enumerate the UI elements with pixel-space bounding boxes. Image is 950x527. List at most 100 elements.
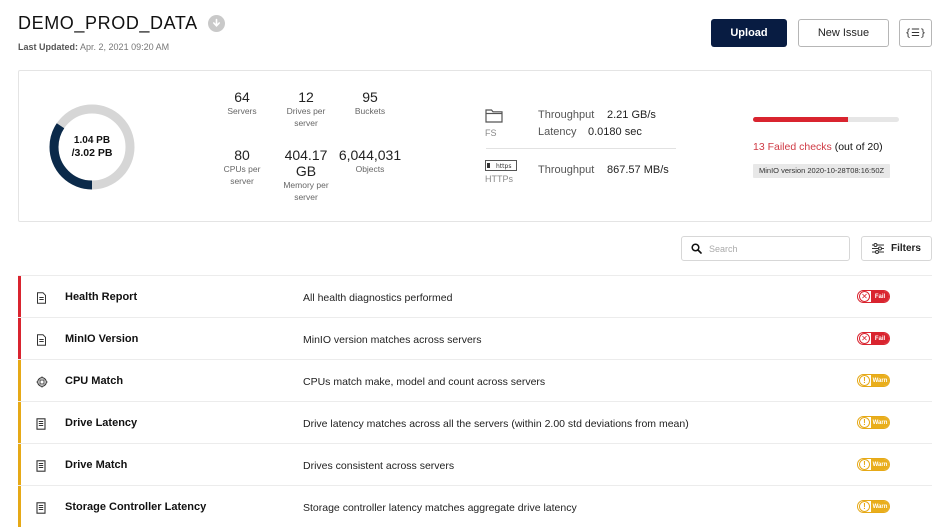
table-row[interactable]: Drive Latency Drive latency matches acros… [18, 401, 932, 443]
drive-icon [36, 501, 46, 519]
upload-button[interactable]: Upload [711, 19, 787, 47]
table-row[interactable]: CPU Match CPUs match make, model and coun… [18, 359, 932, 401]
close-circle-icon: ✕ [859, 291, 870, 302]
fs-tag: FS [485, 128, 497, 138]
stat-objects-value: 6,044,031 [338, 147, 402, 163]
table-row[interactable]: Health Report All health diagnostics perf… [18, 275, 932, 317]
capacity-donut: 1.04 PB /3.02 PB [47, 102, 137, 192]
status-badge: ✕ Fail [857, 332, 890, 345]
warning-icon: ! [859, 459, 870, 470]
row-description: Drives consistent across servers [303, 460, 455, 472]
filters-button[interactable]: Filters [861, 236, 932, 261]
status-badge-label: Fail [871, 291, 889, 302]
status-badge: ! Warn [857, 458, 890, 471]
stat-memory-label-2: server [294, 192, 318, 202]
row-status-stripe [18, 402, 21, 443]
drive-icon [36, 459, 46, 477]
checks-table: Health Report All health diagnostics perf… [18, 275, 932, 527]
failed-checks-bar [753, 117, 899, 122]
stat-objects-label: Objects [355, 164, 385, 174]
failed-checks-count: 13 Failed checks [753, 141, 832, 153]
stat-memory-value-1: 404.17 [284, 147, 328, 163]
page-title: DEMO_PROD_DATA [18, 13, 198, 33]
row-status-stripe [18, 486, 21, 527]
row-name: Drive Match [65, 459, 128, 471]
row-status-stripe [18, 360, 21, 401]
cpu-icon [36, 375, 48, 393]
search-box[interactable] [681, 236, 850, 261]
folder-icon [485, 108, 503, 128]
failed-checks-bar-fill [753, 117, 848, 122]
stat-servers-value: 64 [234, 89, 250, 105]
warning-icon: ! [859, 375, 870, 386]
new-issue-button[interactable]: New Issue [798, 19, 889, 47]
row-name: CPU Match [65, 375, 124, 387]
status-badge: ! Warn [857, 500, 890, 513]
warning-icon: ! [859, 501, 870, 512]
https-tag: HTTPs [485, 174, 513, 184]
https-icon-text: https [496, 163, 511, 170]
last-updated: Last Updated: Apr. 2, 2021 09:20 AM [18, 42, 169, 52]
json-view-button[interactable]: {☰} [899, 19, 932, 47]
stat-drives-label-2: server [294, 118, 318, 128]
stat-memory-per-server: 404.17 GB Memory per server [271, 147, 341, 203]
version-chip: MinIO version 2020-10-28T08:16:50Z [753, 164, 891, 178]
row-description: Drive latency matches across all the ser… [303, 418, 689, 430]
https-throughput-label: Throughput [538, 164, 595, 176]
stat-objects: 6,044,031 Objects [333, 147, 407, 175]
failed-checks-text: 13 Failed checks (out of 20) [753, 141, 883, 153]
fs-throughput-value: 2.21 GB/s [607, 109, 656, 121]
status-badge-label: Warn [871, 501, 889, 512]
table-row[interactable]: MinIO Version MinIO version matches acros… [18, 317, 932, 359]
stat-buckets: 95 Buckets [340, 89, 400, 117]
fs-latency-value: 0.0180 sec [588, 126, 642, 138]
stat-drives-per-server: 12 Drives per server [276, 89, 336, 129]
table-row[interactable]: Storage Controller Latency Storage contro… [18, 485, 932, 527]
stat-buckets-label: Buckets [354, 106, 386, 116]
capacity-total: /3.02 PB [71, 147, 113, 159]
row-description: All health diagnostics performed [303, 292, 453, 304]
status-badge: ! Warn [857, 416, 890, 429]
stat-memory-label-1: Memory per [283, 180, 329, 190]
last-updated-label: Last Updated: [18, 42, 79, 52]
status-badge: ! Warn [857, 374, 890, 387]
stat-drives-label-1: Drives per [286, 106, 326, 116]
capacity-label: 1.04 PB /3.02 PB [47, 102, 137, 192]
table-row[interactable]: Drive Match Drives consistent across serv… [18, 443, 932, 485]
search-icon [691, 243, 702, 254]
status-badge-label: Warn [871, 375, 889, 386]
capacity-used: 1.04 PB [73, 135, 111, 146]
summary-card: 1.04 PB /3.02 PB 64 Servers 12 Drives pe… [18, 70, 932, 222]
filters-label: Filters [890, 243, 921, 254]
status-badge-label: Fail [871, 333, 889, 344]
fs-throughput-label: Throughput [538, 109, 595, 121]
stat-drives-value: 12 [298, 89, 314, 105]
row-status-stripe [18, 276, 21, 317]
status-badge-label: Warn [871, 459, 889, 470]
stat-servers-label: Servers [227, 106, 257, 116]
search-input[interactable] [709, 243, 839, 254]
stat-servers: 64 Servers [212, 89, 272, 117]
document-icon [36, 291, 47, 309]
stat-buckets-value: 95 [362, 89, 378, 105]
stat-memory-value-2: GB [295, 163, 317, 179]
close-circle-icon: ✕ [859, 333, 870, 344]
fs-latency-label: Latency [538, 126, 577, 138]
drive-icon [36, 417, 46, 435]
stat-cpus-per-server: 80 CPUs per server [212, 147, 272, 187]
perf-divider [486, 148, 676, 149]
stat-cpus-value: 80 [234, 147, 250, 163]
failed-checks-total: (out of 20) [834, 141, 883, 153]
sliders-icon [871, 243, 884, 254]
row-name: Drive Latency [65, 417, 138, 429]
row-description: Storage controller latency matches aggre… [303, 502, 577, 514]
download-icon[interactable] [207, 15, 225, 32]
stat-cpus-label-2: server [230, 176, 254, 186]
row-name: Health Report [65, 291, 138, 303]
json-icon: {☰} [904, 27, 926, 39]
title-row: DEMO_PROD_DATA [18, 13, 225, 34]
last-updated-value: Apr. 2, 2021 09:20 AM [80, 42, 170, 52]
row-name: MinIO Version [65, 333, 139, 345]
warning-icon: ! [859, 417, 870, 428]
row-name: Storage Controller Latency [65, 501, 207, 513]
